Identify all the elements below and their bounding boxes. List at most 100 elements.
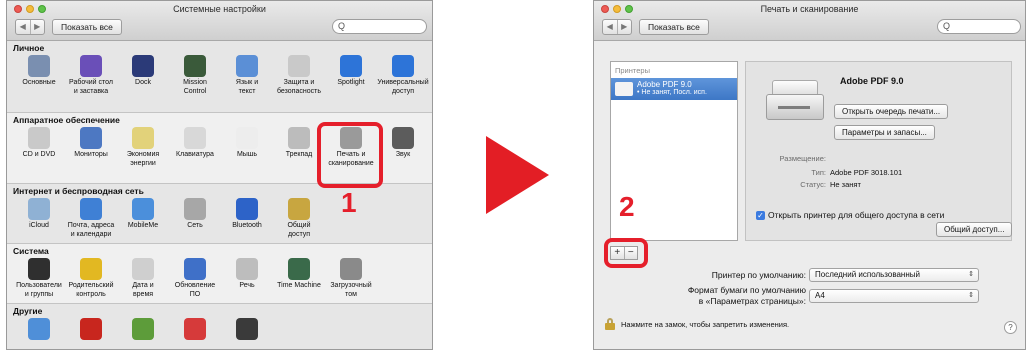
pref-pane-label: Клавиатура <box>176 151 214 158</box>
pref-pane-label: Экономия энергии <box>126 151 160 167</box>
pref-pane-mission-control[interactable]: Mission Control <box>169 55 221 96</box>
section-title: Интернет и беспроводная сеть <box>13 186 144 196</box>
pref-pane-label: Речь <box>239 282 255 289</box>
speech-icon <box>236 258 258 280</box>
pref-pane-dock[interactable]: Dock <box>117 55 169 88</box>
pref-pane-spotlight[interactable]: Spotlight <box>325 55 377 88</box>
pref-pane-speech[interactable]: Речь <box>221 258 273 291</box>
pref-pane-label: Spotlight <box>337 79 365 86</box>
pref-pane-label: Пользователи и группы <box>16 282 62 298</box>
back-forward-buttons[interactable]: ◀ ▶ <box>602 19 632 35</box>
cd-dvd-icon <box>28 127 50 149</box>
section-title: Другие <box>13 306 43 316</box>
pref-pane-globe[interactable] <box>13 318 65 342</box>
pref-pane-label: Dock <box>135 79 151 86</box>
pref-pane-label: Загрузочный том <box>330 282 372 298</box>
sharing-preferences-button[interactable]: Общий доступ... <box>936 222 1013 237</box>
sound-icon <box>392 127 414 149</box>
startup-disk-icon <box>340 258 362 280</box>
forward-arrow-icon[interactable]: ▶ <box>31 20 45 34</box>
help-button[interactable]: ? <box>1004 321 1017 334</box>
show-all-button[interactable]: Показать все <box>52 19 122 35</box>
pref-pane-sound[interactable]: Звук <box>377 127 429 160</box>
section-0: Личное Основные Рабочий стол и заставка Doc… <box>7 41 432 113</box>
show-all-button[interactable]: Показать все <box>639 19 709 35</box>
software-update-icon <box>184 258 206 280</box>
pref-pane-label: Язык и текст <box>235 79 259 95</box>
printer-details-panel: Adobe PDF 9.0 Открыть очередь печати... … <box>745 61 1013 241</box>
pref-pane-general[interactable]: Основные <box>13 55 65 88</box>
pref-pane-flash[interactable] <box>65 318 117 342</box>
pref-pane-icloud[interactable]: iCloud <box>13 198 65 231</box>
share-printer-checkbox[interactable]: ✓ <box>756 210 765 220</box>
flash-icon <box>80 318 102 340</box>
select-arrows-icon: ⇕ <box>968 292 974 299</box>
pref-pane-cd-dvd[interactable]: CD и DVD <box>13 127 65 160</box>
pref-pane-sharing[interactable]: Общий доступ <box>273 198 325 239</box>
open-print-queue-button[interactable]: Открыть очередь печати... <box>834 104 949 119</box>
pref-pane-label: Основные <box>22 79 56 86</box>
select-arrows-icon: ⇕ <box>968 271 974 278</box>
step-2-label: 2 <box>619 191 635 222</box>
pref-pane-displays[interactable]: Мониторы <box>65 127 117 160</box>
parental-controls-icon <box>80 258 102 280</box>
print-scan-window: Печать и сканирование ◀ ▶ Показать все Q… <box>593 0 1026 350</box>
wmv-icon <box>132 318 154 340</box>
pref-pane-mail-contacts[interactable]: Почта, адреса и календари <box>65 198 117 239</box>
pref-pane-label: Time Machine <box>277 282 321 289</box>
sharing-icon <box>288 198 310 220</box>
back-arrow-icon[interactable]: ◀ <box>16 20 31 34</box>
pref-pane-security[interactable]: Защита и безопасность <box>273 55 325 96</box>
options-supplies-button[interactable]: Параметры и запасы... <box>834 125 935 140</box>
section-title: Аппаратное обеспечение <box>13 115 120 125</box>
window-title: Системные настройки <box>173 4 266 14</box>
pref-pane-label: Мышь <box>236 151 258 158</box>
pref-pane-time-machine[interactable]: Time Machine <box>273 258 325 291</box>
pref-pane-language[interactable]: Язык и текст <box>221 55 273 96</box>
pref-pane-label: Bluetooth <box>232 222 262 229</box>
pref-pane-energy-saver[interactable]: Экономия энергии <box>117 127 169 168</box>
back-arrow-icon[interactable]: ◀ <box>603 20 618 34</box>
pref-pane-accessibility[interactable]: Универсальный доступ <box>377 55 429 96</box>
default-printer-select[interactable]: Последний использованный ⇕ <box>809 268 979 282</box>
printer-list-item[interactable]: Adobe PDF 9.0 • Не занят, Посл. исп. <box>611 78 737 100</box>
paper-size-select[interactable]: A4 ⇕ <box>809 289 979 303</box>
pref-pane-parental-controls[interactable]: Родительский контроль <box>65 258 117 299</box>
pref-pane-mouse[interactable]: Мышь <box>221 127 273 160</box>
forward-arrow-icon[interactable]: ▶ <box>618 20 632 34</box>
globe-icon <box>28 318 50 340</box>
share-printer-label: Открыть принтер для общего доступа в сет… <box>768 210 945 220</box>
pref-pane-keyboard[interactable]: Клавиатура <box>169 127 221 160</box>
energy-saver-icon <box>132 127 154 149</box>
pref-pane-mobileme[interactable]: MobileMe <box>117 198 169 231</box>
back-forward-buttons[interactable]: ◀ ▶ <box>15 19 45 35</box>
add-button-highlight <box>604 238 648 268</box>
printer-status: • Не занят, Посл. исп. <box>637 89 707 96</box>
general-icon <box>28 55 50 77</box>
pref-pane-label: Рабочий стол и заставка <box>69 79 113 95</box>
step-1-label: 1 <box>341 187 357 218</box>
language-icon <box>236 55 258 77</box>
users-icon <box>28 258 50 280</box>
window-title: Печать и сканирование <box>760 4 859 14</box>
pref-pane-label: Обновление ПО <box>174 282 216 298</box>
pref-pane-software-update[interactable]: Обновление ПО <box>169 258 221 299</box>
pref-pane-plugin[interactable] <box>169 318 221 342</box>
pref-pane-label: Мониторы <box>74 151 108 158</box>
share-printer-row: ✓ Открыть принтер для общего доступа в с… <box>756 210 944 220</box>
mobileme-icon <box>132 198 154 220</box>
pref-pane-users[interactable]: Пользователи и группы <box>13 258 65 299</box>
section-title: Личное <box>13 43 45 53</box>
lock-icon[interactable] <box>604 318 616 330</box>
status-value: Не занят <box>830 180 861 189</box>
pref-pane-startup-disk[interactable]: Загрузочный том <box>325 258 377 299</box>
pref-pane-date-time[interactable]: Дата и время <box>117 258 169 299</box>
pref-pane-wmv[interactable] <box>117 318 169 342</box>
search-field[interactable]: Q <box>332 19 427 34</box>
pref-pane-network[interactable]: Сеть <box>169 198 221 231</box>
pref-pane-label: CD и DVD <box>22 151 56 158</box>
search-field[interactable]: Q <box>937 19 1021 34</box>
pref-pane-desktop[interactable]: Рабочий стол и заставка <box>65 55 117 96</box>
pref-pane-bluetooth[interactable]: Bluetooth <box>221 198 273 231</box>
pref-pane-cube[interactable] <box>221 318 273 342</box>
